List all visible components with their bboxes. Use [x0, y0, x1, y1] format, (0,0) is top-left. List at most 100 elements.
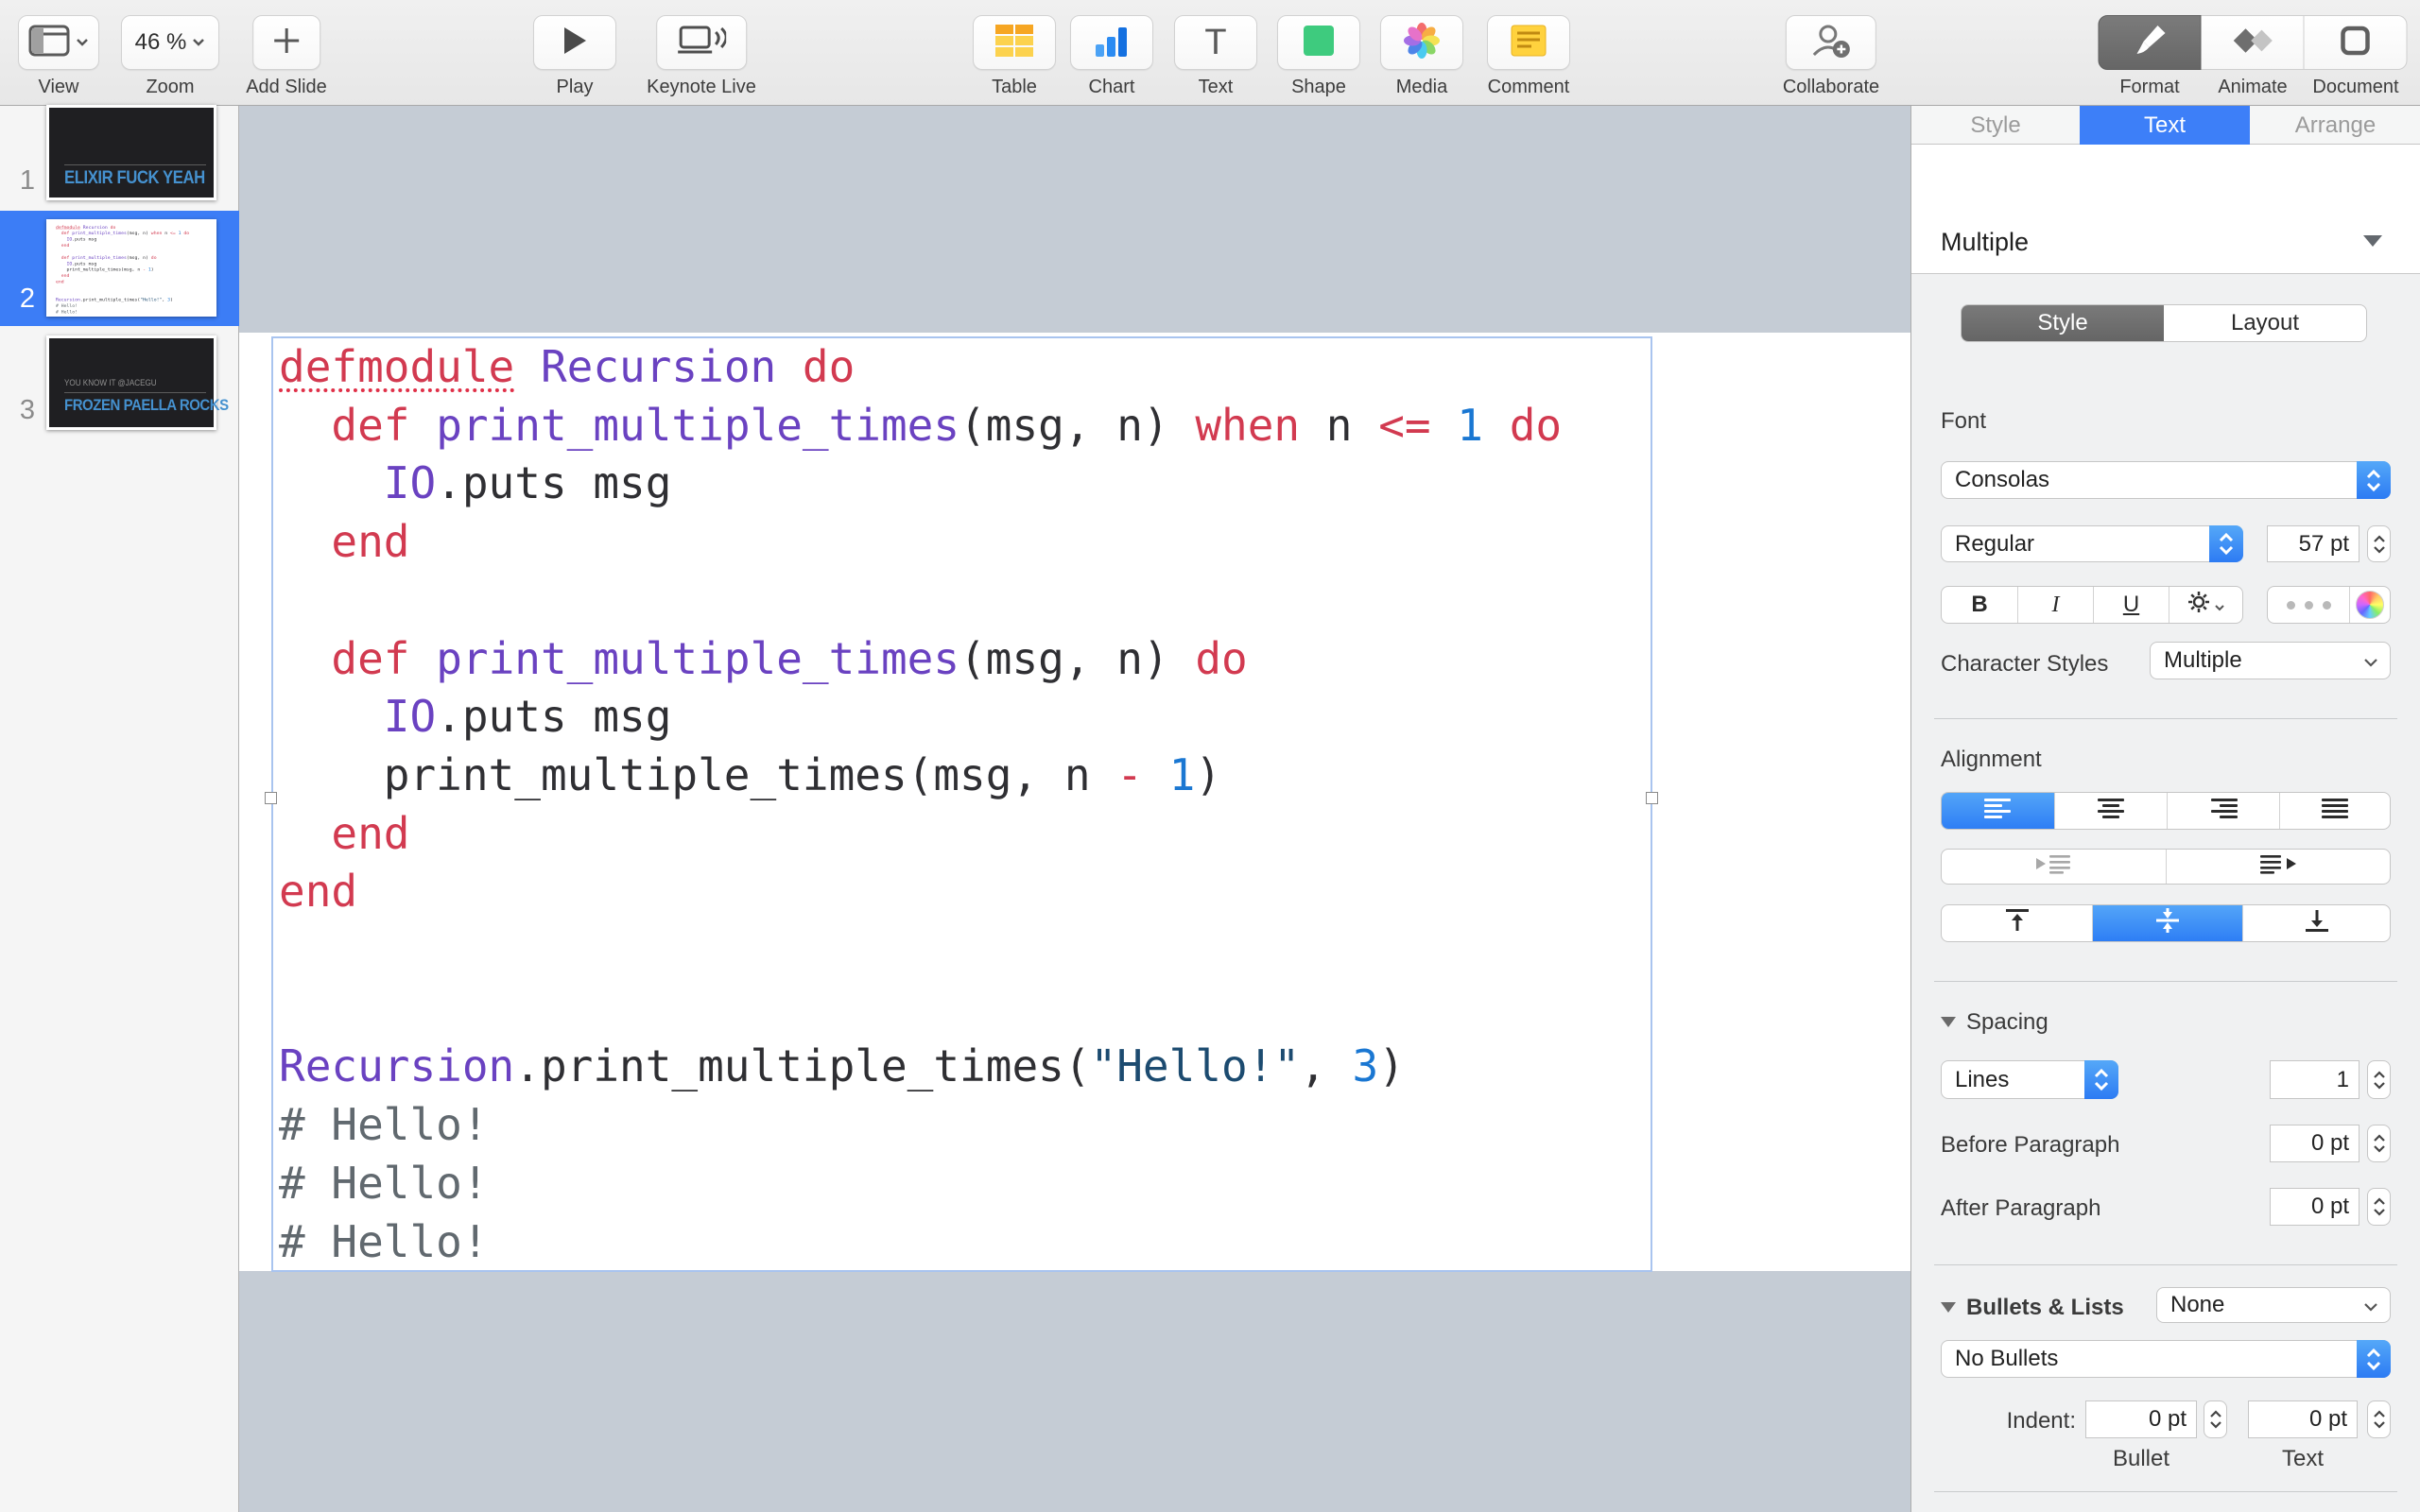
text-icon: T [1204, 25, 1226, 60]
animate-button[interactable] [2202, 15, 2305, 70]
table-label: Table [992, 77, 1037, 98]
format-brush-icon [2133, 24, 2167, 62]
valign-top-button[interactable] [1942, 905, 2092, 941]
slide-thumbnail-1[interactable]: ELIXIR FUCK YEAH [46, 105, 216, 200]
add-slide-button[interactable]: Add Slide [246, 15, 327, 98]
add-slide-label: Add Slide [246, 77, 327, 98]
keynote-live-button[interactable]: Keynote Live [647, 15, 756, 98]
underline-button[interactable]: U [2093, 587, 2169, 623]
font-family-value: Consolas [1942, 467, 2390, 493]
format-button[interactable] [2099, 15, 2202, 70]
keynote-live-icon [677, 25, 726, 61]
table-button[interactable]: Table [973, 15, 1056, 98]
align-center-button[interactable] [2054, 793, 2167, 829]
bold-button[interactable]: B [1942, 587, 2017, 623]
indent-button[interactable] [2166, 850, 2390, 884]
align-left-button[interactable] [1942, 793, 2054, 829]
divider [1934, 1491, 2397, 1492]
bullet-style-value: No Bullets [1942, 1346, 2390, 1372]
text-button[interactable]: T Text [1174, 15, 1257, 98]
selection-label: Multiple [1941, 228, 2029, 257]
spacing-section-header: Spacing [1966, 1009, 2048, 1036]
before-paragraph-field[interactable]: 0 pt [2270, 1125, 2360, 1162]
slide-number-2: 2 [17, 284, 38, 315]
more-dots-icon[interactable] [2268, 587, 2349, 623]
chart-icon [1093, 24, 1131, 62]
slide-thumbnail-3[interactable]: YOU KNOW IT @JACEGU FROZEN PAELLA ROCKS [46, 335, 216, 430]
slide-number-3: 3 [17, 395, 38, 426]
slide-thumbnail-2[interactable]: defmodule Recursion do def print_multipl… [46, 219, 216, 317]
shape-label: Shape [1291, 77, 1346, 98]
tab-style[interactable]: Style [1911, 106, 2080, 145]
view-button[interactable]: View [18, 15, 99, 98]
font-size-field[interactable]: 57 pt [2267, 525, 2360, 562]
subtab-style[interactable]: Style [1962, 305, 2164, 341]
comment-button[interactable]: Comment [1487, 15, 1570, 98]
dropdown-stepper-icon [2357, 1340, 2391, 1378]
resize-handle-right[interactable] [1646, 792, 1658, 804]
before-paragraph-stepper[interactable] [2367, 1125, 2391, 1162]
slide-1-title: ELIXIR FUCK YEAH [64, 168, 205, 189]
after-paragraph-stepper[interactable] [2367, 1188, 2391, 1226]
text-indent-stepper[interactable] [2367, 1400, 2391, 1438]
after-paragraph-field[interactable]: 0 pt [2270, 1188, 2360, 1226]
chevron-down-icon [76, 34, 89, 51]
collaborate-icon [1810, 23, 1852, 63]
line-spacing-stepper[interactable] [2367, 1060, 2391, 1099]
font-size-stepper[interactable] [2367, 525, 2391, 562]
align-right-button[interactable] [2167, 793, 2279, 829]
mini-code-preview: defmodule Recursion do def print_multipl… [56, 224, 199, 314]
resize-handle-left[interactable] [265, 792, 277, 804]
media-label: Media [1396, 77, 1447, 98]
bullets-preset-dropdown[interactable]: None [2156, 1287, 2391, 1323]
chevron-down-icon [2363, 647, 2378, 674]
comment-icon [1511, 25, 1547, 61]
align-justify-button[interactable] [2279, 793, 2390, 829]
table-icon [994, 23, 1034, 63]
text-label: Text [1199, 77, 1234, 98]
play-button[interactable]: Play [533, 15, 616, 98]
bullet-indent-stepper[interactable] [2204, 1400, 2227, 1438]
valign-top-icon [2005, 908, 2030, 939]
document-button[interactable] [2305, 15, 2408, 70]
font-face-dropdown[interactable]: Regular [1941, 525, 2243, 562]
bullet-style-dropdown[interactable]: No Bullets [1941, 1340, 2391, 1378]
shape-button[interactable]: Shape [1277, 15, 1360, 98]
chevron-down-icon [192, 34, 205, 51]
bullets-disclosure-icon[interactable] [1941, 1302, 1956, 1313]
outdent-button[interactable] [1942, 850, 2166, 884]
chart-button[interactable]: Chart [1070, 15, 1153, 98]
spacing-disclosure-icon[interactable] [1941, 1017, 1956, 1027]
align-right-icon [2209, 798, 2238, 825]
font-section-header: Font [1941, 408, 1986, 435]
subtab-layout[interactable]: Layout [2164, 305, 2366, 341]
disclosure-triangle-icon[interactable] [2363, 235, 2382, 247]
spacing-unit-dropdown[interactable]: Lines [1941, 1060, 2118, 1099]
line-spacing-field[interactable]: 1 [2270, 1060, 2360, 1099]
media-button[interactable]: Media [1380, 15, 1463, 98]
valign-bottom-button[interactable] [2242, 905, 2390, 941]
divider [64, 392, 206, 393]
advanced-options-button[interactable] [2169, 587, 2242, 623]
tab-arrange[interactable]: Arrange [2250, 106, 2420, 145]
document-label: Document [2305, 77, 2408, 98]
collaborate-label: Collaborate [1783, 77, 1879, 98]
text-indent-field[interactable]: 0 pt [2248, 1400, 2358, 1438]
slide-canvas[interactable]: defmodule Recursion do def print_multipl… [239, 106, 1910, 1512]
valign-middle-button[interactable] [2092, 905, 2242, 941]
animate-diamond-icon [2230, 25, 2275, 61]
italic-button[interactable]: I [2017, 587, 2093, 623]
text-color-well[interactable] [2349, 587, 2390, 623]
indent-label: Indent: [1941, 1408, 2076, 1435]
character-styles-dropdown[interactable]: Multiple [2150, 642, 2391, 679]
zoom-button[interactable]: 46 % Zoom [121, 15, 219, 98]
bullet-indent-field[interactable]: 0 pt [2085, 1400, 2197, 1438]
chevron-down-icon [2214, 592, 2225, 618]
text-caption: Text [2282, 1446, 2324, 1472]
dropdown-stepper-icon [2209, 525, 2243, 562]
character-styles-value: Multiple [2151, 647, 2363, 674]
font-family-dropdown[interactable]: Consolas [1941, 461, 2391, 499]
collaborate-button[interactable]: Collaborate [1783, 15, 1879, 98]
tab-text[interactable]: Text [2080, 106, 2250, 145]
code-textbox[interactable]: defmodule Recursion do def print_multipl… [271, 336, 1652, 1272]
